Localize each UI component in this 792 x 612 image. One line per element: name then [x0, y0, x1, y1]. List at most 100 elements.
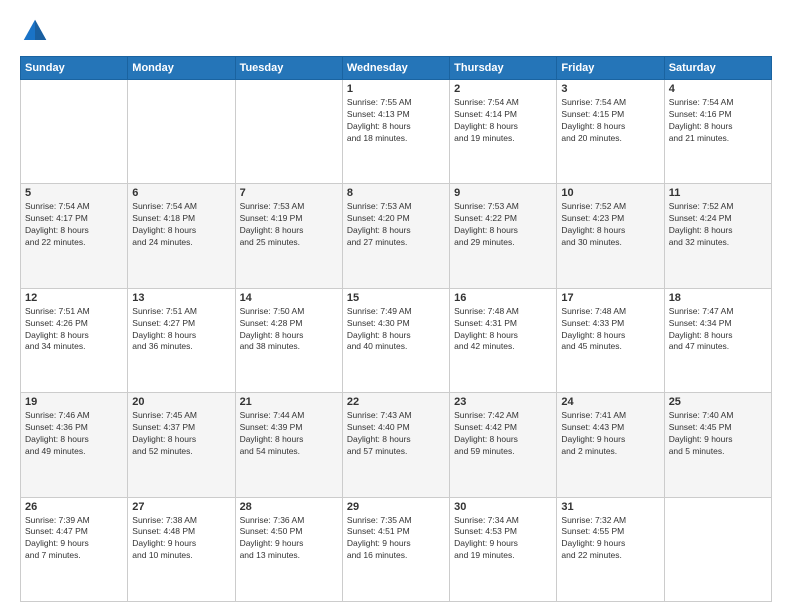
day-info: Sunrise: 7:41 AM Sunset: 4:43 PM Dayligh… — [561, 410, 659, 458]
calendar-week-row: 5Sunrise: 7:54 AM Sunset: 4:17 PM Daylig… — [21, 184, 772, 288]
weekday-header: Tuesday — [235, 57, 342, 80]
day-number: 28 — [240, 501, 338, 513]
day-number: 16 — [454, 292, 552, 304]
calendar-cell: 1 Sunrise: 7:55 AM Sunset: 4:13 PM Daylig… — [342, 80, 449, 184]
day-info: Sunrise: 7:52 AM Sunset: 4:23 PM Dayligh… — [561, 201, 659, 249]
calendar-cell: 14 Sunrise: 7:50 AM Sunset: 4:28 PM Dayli… — [235, 288, 342, 392]
day-number: 13 — [132, 292, 230, 304]
weekday-header: Wednesday — [342, 57, 449, 80]
day-info: Sunrise: 7:50 AM Sunset: 4:28 PM Dayligh… — [240, 306, 338, 354]
calendar-cell: 28Sunrise: 7:36 AM Sunset: 4:50 PM Dayli… — [235, 497, 342, 601]
day-number: 12 — [25, 292, 123, 304]
day-number: 6 — [132, 187, 230, 199]
calendar-cell: 27 Sunrise: 7:38 AM Sunset: 4:48 PM Dayli… — [128, 497, 235, 601]
day-info: Sunrise: 7:54 AM Sunset: 4:14 PM Dayligh… — [454, 97, 552, 145]
day-number: 19 — [25, 396, 123, 408]
calendar-week-row: 1 Sunrise: 7:55 AM Sunset: 4:13 PM Daylig… — [21, 80, 772, 184]
day-info: Sunrise: 7:51 AM Sunset: 4:26 PM Dayligh… — [25, 306, 123, 354]
day-number: 18 — [669, 292, 767, 304]
day-number: 9 — [454, 187, 552, 199]
calendar-cell: 8 Sunrise: 7:53 AM Sunset: 4:20 PM Daylig… — [342, 184, 449, 288]
weekday-header: Monday — [128, 57, 235, 80]
calendar-cell: 22Sunrise: 7:43 AM Sunset: 4:40 PM Dayli… — [342, 393, 449, 497]
day-info: Sunrise: 7:54 AM Sunset: 4:18 PM Dayligh… — [132, 201, 230, 249]
weekday-header: Thursday — [450, 57, 557, 80]
calendar-week-row: 19 Sunrise: 7:46 AM Sunset: 4:36 PM Dayli… — [21, 393, 772, 497]
day-number: 31 — [561, 501, 659, 513]
day-info: Sunrise: 7:54 AM Sunset: 4:17 PM Dayligh… — [25, 201, 123, 249]
day-info: Sunrise: 7:49 AM Sunset: 4:30 PM Dayligh… — [347, 306, 445, 354]
calendar-cell: 10 Sunrise: 7:52 AM Sunset: 4:23 PM Dayli… — [557, 184, 664, 288]
day-number: 14 — [240, 292, 338, 304]
day-number: 29 — [347, 501, 445, 513]
calendar-cell: 19 Sunrise: 7:46 AM Sunset: 4:36 PM Dayli… — [21, 393, 128, 497]
day-info: Sunrise: 7:35 AM Sunset: 4:51 PM Dayligh… — [347, 515, 445, 563]
calendar-cell: 18 Sunrise: 7:47 AM Sunset: 4:34 PM Dayli… — [664, 288, 771, 392]
day-info: Sunrise: 7:39 AM Sunset: 4:47 PM Dayligh… — [25, 515, 123, 563]
day-number: 15 — [347, 292, 445, 304]
day-number: 4 — [669, 83, 767, 95]
calendar-week-row: 12 Sunrise: 7:51 AM Sunset: 4:26 PM Dayli… — [21, 288, 772, 392]
calendar-cell — [128, 80, 235, 184]
calendar-cell: 17 Sunrise: 7:48 AM Sunset: 4:33 PM Dayli… — [557, 288, 664, 392]
weekday-header: Friday — [557, 57, 664, 80]
day-info: Sunrise: 7:52 AM Sunset: 4:24 PM Dayligh… — [669, 201, 767, 249]
calendar-cell: 13Sunrise: 7:51 AM Sunset: 4:27 PM Dayli… — [128, 288, 235, 392]
calendar-table: SundayMondayTuesdayWednesdayThursdayFrid… — [20, 56, 772, 602]
calendar-cell: 5Sunrise: 7:54 AM Sunset: 4:17 PM Daylig… — [21, 184, 128, 288]
calendar-cell: 7Sunrise: 7:53 AM Sunset: 4:19 PM Daylig… — [235, 184, 342, 288]
day-info: Sunrise: 7:47 AM Sunset: 4:34 PM Dayligh… — [669, 306, 767, 354]
day-info: Sunrise: 7:38 AM Sunset: 4:48 PM Dayligh… — [132, 515, 230, 563]
day-info: Sunrise: 7:42 AM Sunset: 4:42 PM Dayligh… — [454, 410, 552, 458]
weekday-header-row: SundayMondayTuesdayWednesdayThursdayFrid… — [21, 57, 772, 80]
calendar-cell: 2Sunrise: 7:54 AM Sunset: 4:14 PM Daylig… — [450, 80, 557, 184]
day-info: Sunrise: 7:48 AM Sunset: 4:33 PM Dayligh… — [561, 306, 659, 354]
calendar-cell — [664, 497, 771, 601]
day-info: Sunrise: 7:55 AM Sunset: 4:13 PM Dayligh… — [347, 97, 445, 145]
calendar-cell: 15 Sunrise: 7:49 AM Sunset: 4:30 PM Dayli… — [342, 288, 449, 392]
day-number: 25 — [669, 396, 767, 408]
calendar-cell: 23 Sunrise: 7:42 AM Sunset: 4:42 PM Dayli… — [450, 393, 557, 497]
calendar-cell — [21, 80, 128, 184]
calendar-cell: 4 Sunrise: 7:54 AM Sunset: 4:16 PM Daylig… — [664, 80, 771, 184]
day-number: 24 — [561, 396, 659, 408]
page: SundayMondayTuesdayWednesdayThursdayFrid… — [0, 0, 792, 612]
weekday-header: Sunday — [21, 57, 128, 80]
calendar-cell: 3 Sunrise: 7:54 AM Sunset: 4:15 PM Daylig… — [557, 80, 664, 184]
calendar-week-row: 26Sunrise: 7:39 AM Sunset: 4:47 PM Dayli… — [21, 497, 772, 601]
day-info: Sunrise: 7:53 AM Sunset: 4:20 PM Dayligh… — [347, 201, 445, 249]
calendar-cell: 30 Sunrise: 7:34 AM Sunset: 4:53 PM Dayli… — [450, 497, 557, 601]
day-info: Sunrise: 7:45 AM Sunset: 4:37 PM Dayligh… — [132, 410, 230, 458]
day-number: 21 — [240, 396, 338, 408]
day-number: 23 — [454, 396, 552, 408]
day-number: 7 — [240, 187, 338, 199]
day-number: 27 — [132, 501, 230, 513]
day-info: Sunrise: 7:53 AM Sunset: 4:22 PM Dayligh… — [454, 201, 552, 249]
day-number: 1 — [347, 83, 445, 95]
day-info: Sunrise: 7:54 AM Sunset: 4:16 PM Dayligh… — [669, 97, 767, 145]
day-number: 22 — [347, 396, 445, 408]
day-number: 17 — [561, 292, 659, 304]
calendar-cell: 29 Sunrise: 7:35 AM Sunset: 4:51 PM Dayli… — [342, 497, 449, 601]
calendar-cell: 6 Sunrise: 7:54 AM Sunset: 4:18 PM Daylig… — [128, 184, 235, 288]
day-info: Sunrise: 7:48 AM Sunset: 4:31 PM Dayligh… — [454, 306, 552, 354]
day-number: 8 — [347, 187, 445, 199]
calendar-cell: 31Sunrise: 7:32 AM Sunset: 4:55 PM Dayli… — [557, 497, 664, 601]
calendar-cell: 20Sunrise: 7:45 AM Sunset: 4:37 PM Dayli… — [128, 393, 235, 497]
weekday-header: Saturday — [664, 57, 771, 80]
day-info: Sunrise: 7:54 AM Sunset: 4:15 PM Dayligh… — [561, 97, 659, 145]
calendar-cell: 26Sunrise: 7:39 AM Sunset: 4:47 PM Dayli… — [21, 497, 128, 601]
calendar-cell: 11 Sunrise: 7:52 AM Sunset: 4:24 PM Dayli… — [664, 184, 771, 288]
calendar-cell: 9 Sunrise: 7:53 AM Sunset: 4:22 PM Daylig… — [450, 184, 557, 288]
day-info: Sunrise: 7:46 AM Sunset: 4:36 PM Dayligh… — [25, 410, 123, 458]
calendar-cell: 21Sunrise: 7:44 AM Sunset: 4:39 PM Dayli… — [235, 393, 342, 497]
day-number: 30 — [454, 501, 552, 513]
calendar-cell: 12 Sunrise: 7:51 AM Sunset: 4:26 PM Dayli… — [21, 288, 128, 392]
calendar-cell: 24 Sunrise: 7:41 AM Sunset: 4:43 PM Dayli… — [557, 393, 664, 497]
calendar-cell: 25Sunrise: 7:40 AM Sunset: 4:45 PM Dayli… — [664, 393, 771, 497]
day-number: 10 — [561, 187, 659, 199]
day-number: 3 — [561, 83, 659, 95]
header — [20, 16, 772, 46]
day-number: 11 — [669, 187, 767, 199]
day-info: Sunrise: 7:34 AM Sunset: 4:53 PM Dayligh… — [454, 515, 552, 563]
